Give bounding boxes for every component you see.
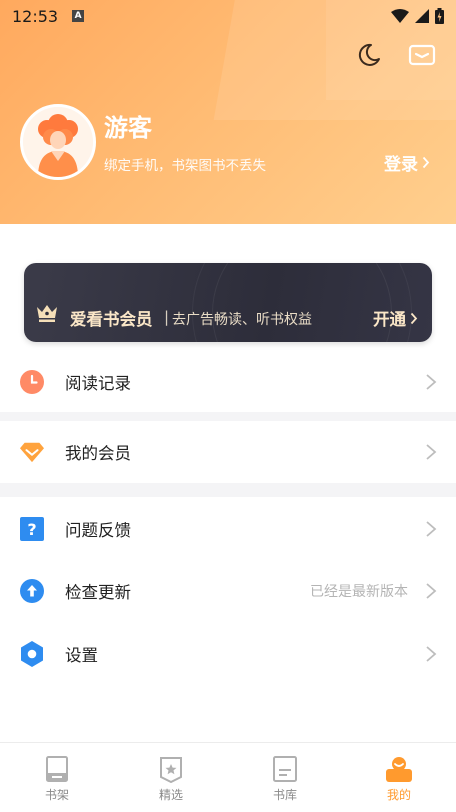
username: 游客 [104, 114, 152, 142]
status-time: 12:53 [12, 6, 59, 26]
tab-bookshelf[interactable]: 书架 [0, 743, 114, 812]
section-divider [0, 412, 456, 421]
vip-description: 去广告畅读、听书权益 [172, 312, 312, 328]
login-button[interactable]: 登录 [384, 150, 430, 175]
chevron-right-icon [426, 444, 437, 460]
library-icon [270, 755, 300, 783]
crown-icon [37, 305, 57, 322]
menu-feedback[interactable]: ? 问题反馈 [0, 499, 456, 559]
svg-text:?: ? [27, 520, 36, 539]
status-icons [391, 8, 444, 24]
menu-settings[interactable]: 设置 [0, 624, 456, 684]
bookshelf-icon [42, 755, 72, 783]
vip-membership-banner[interactable]: 爱看书会员 | 去广告畅读、听书权益 开通 [24, 263, 432, 342]
chevron-right-icon [426, 521, 437, 537]
notification-icon: A [72, 10, 85, 22]
tab-label: 书库 [272, 788, 297, 802]
message-button[interactable] [407, 40, 437, 70]
tab-label: 精选 [158, 788, 183, 802]
tab-label: 我的 [386, 788, 411, 802]
vip-separator: | [164, 308, 170, 326]
chevron-right-icon [410, 312, 418, 324]
upgrade-arrow-icon [20, 579, 44, 603]
signal-icon [415, 9, 429, 23]
featured-icon [156, 755, 186, 783]
chevron-right-icon [426, 374, 437, 390]
profile-header: 12:53 A 游客 绑定手机，书架图书不丢失 登录 [0, 0, 456, 224]
clock-icon [20, 370, 44, 394]
avatar-image [23, 107, 93, 177]
settings-hexagon-icon [20, 641, 44, 667]
diamond-icon [20, 440, 44, 464]
menu-label: 设置 [65, 646, 98, 665]
update-status: 已经是最新版本 [310, 584, 408, 600]
menu-check-update[interactable]: 检查更新 已经是最新版本 [0, 561, 456, 621]
mail-icon [408, 44, 436, 66]
menu-label: 阅读记录 [65, 374, 131, 393]
menu-label: 我的会员 [65, 444, 131, 463]
vip-title: 爱看书会员 [70, 310, 153, 329]
chevron-right-icon [426, 583, 437, 599]
question-icon: ? [20, 517, 44, 541]
battery-icon [435, 8, 444, 24]
tab-featured[interactable]: 精选 [114, 743, 228, 812]
bottom-tab-bar: 书架 精选 书库 我的 [0, 742, 456, 812]
chevron-right-icon [422, 156, 430, 169]
bind-phone-tip: 绑定手机，书架图书不丢失 [104, 158, 266, 174]
wifi-icon [391, 9, 409, 23]
profile-icon [384, 755, 414, 783]
menu-my-membership[interactable]: 我的会员 [0, 422, 456, 482]
tab-profile[interactable]: 我的 [342, 743, 456, 812]
tab-library[interactable]: 书库 [228, 743, 342, 812]
menu-label: 检查更新 [65, 583, 131, 602]
user-profile: 游客 绑定手机，书架图书不丢失 登录 [20, 104, 436, 184]
section-divider [0, 483, 456, 497]
menu-reading-history[interactable]: 阅读记录 [0, 352, 456, 412]
avatar[interactable] [20, 104, 96, 180]
vip-open-button[interactable]: 开通 [373, 306, 418, 330]
banner-decoration [192, 263, 412, 342]
night-mode-button[interactable] [354, 40, 384, 70]
menu-label: 问题反馈 [65, 521, 131, 540]
login-label: 登录 [384, 155, 418, 175]
chevron-right-icon [426, 646, 437, 662]
moon-icon [358, 43, 380, 66]
tab-label: 书架 [44, 788, 69, 802]
vip-open-label: 开通 [373, 310, 406, 329]
status-bar: 12:53 A [0, 0, 456, 32]
